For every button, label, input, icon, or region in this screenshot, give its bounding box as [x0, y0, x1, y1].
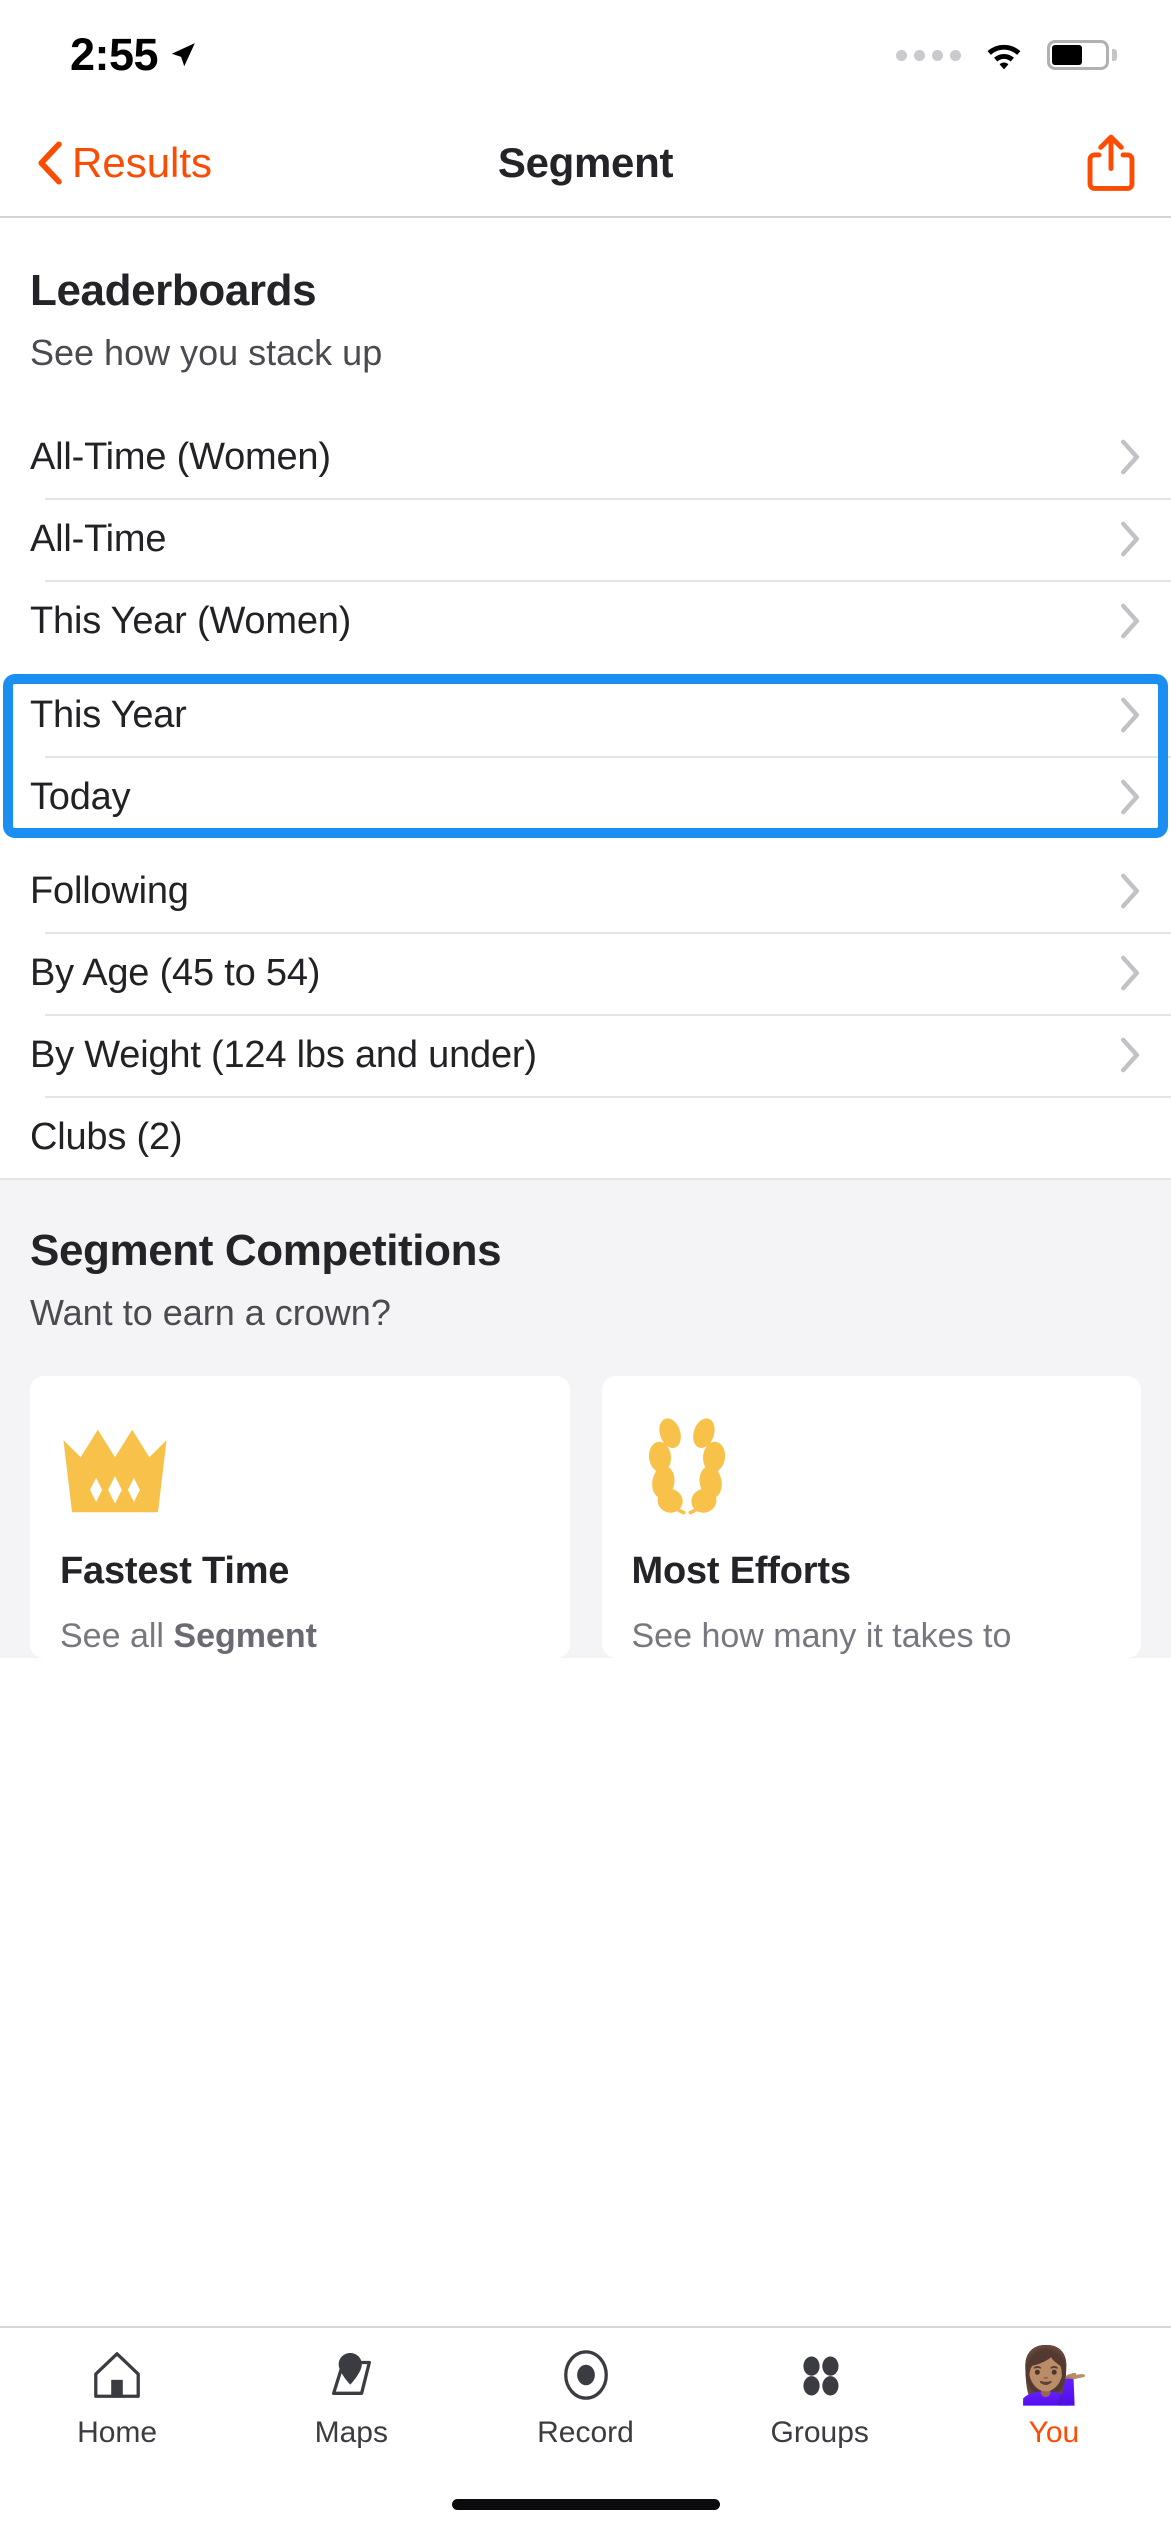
tab-label: Groups [770, 2416, 869, 2449]
leaderboards-title: Leaderboards [30, 266, 317, 315]
avatar-icon: 💁🏽‍♀️ [1019, 2344, 1089, 2406]
tab-bar: Home Maps Record [0, 2326, 1171, 2476]
row-label: By Age (45 to 54) [30, 951, 321, 994]
row-label: By Weight (124 lbs and under) [30, 1033, 537, 1076]
status-bar-left: 2:55 [70, 29, 198, 81]
card-description: See all Segment [60, 1615, 540, 1658]
leaderboard-row-all-time[interactable]: All-Time [0, 498, 1171, 580]
location-arrow-icon [171, 43, 195, 67]
segment-competitions-section: Segment Competitions Want to earn a crow… [0, 1178, 1171, 1658]
home-indicator [451, 2498, 720, 2510]
signal-dots-icon [896, 49, 961, 61]
chevron-right-icon [1121, 1037, 1139, 1073]
card-description: See how many it takes to [632, 1615, 1112, 1658]
leaderboards-subtitle: See how you stack up [30, 332, 383, 373]
card-title: Fastest Time [60, 1550, 290, 1592]
competition-card-most-efforts[interactable]: Most Efforts See how many it takes to [601, 1376, 1141, 1658]
card-icon-wrap [60, 1420, 540, 1516]
status-bar-right [896, 39, 1117, 71]
navigation-bar: Results Segment [0, 110, 1171, 218]
leaderboard-row-this-year[interactable]: This Year [0, 674, 1171, 756]
leaderboard-row-by-age[interactable]: By Age (45 to 54) [0, 932, 1171, 1014]
leaderboard-row-following[interactable]: Following [0, 850, 1171, 932]
share-icon[interactable] [1085, 134, 1137, 192]
crown-icon [63, 1429, 167, 1513]
leaderboards-list: All-Time (Women) All-Time This Year (Wom… [0, 416, 1171, 1178]
competitions-title: Segment Competitions [30, 1226, 502, 1275]
competition-card-fastest-time[interactable]: Fastest Time See all Segment [30, 1376, 570, 1658]
tab-label: You [1028, 2416, 1080, 2449]
avatar-glyph: 💁🏽‍♀️ [1019, 2343, 1089, 2406]
leaderboard-row-all-time-women[interactable]: All-Time (Women) [0, 416, 1171, 498]
status-bar: 2:55 [0, 0, 1171, 110]
record-icon [559, 2344, 613, 2406]
row-label: All-Time [30, 517, 167, 560]
home-icon [90, 2344, 144, 2406]
battery-icon [1047, 40, 1117, 70]
laurel-wreath-icon [648, 1418, 725, 1515]
row-label: All-Time (Women) [30, 435, 331, 478]
row-label: Today [30, 775, 131, 818]
row-label: This Year [30, 693, 187, 736]
card-desc-lead: See how many it takes to [631, 1617, 1012, 1655]
tab-you[interactable]: 💁🏽‍♀️ You [937, 2344, 1171, 2450]
row-label: Following [30, 869, 189, 912]
chevron-right-icon [1121, 697, 1139, 733]
status-time: 2:55 [70, 29, 159, 80]
main-content: Leaderboards See how you stack up All-Ti… [0, 218, 1171, 2326]
wifi-icon [987, 44, 1021, 70]
chevron-left-icon [38, 141, 62, 185]
leaderboard-row-by-weight[interactable]: By Weight (124 lbs and under) [0, 1014, 1171, 1096]
tab-label: Record [537, 2416, 634, 2449]
tab-record[interactable]: Record [468, 2344, 702, 2450]
tab-label: Home [77, 2416, 158, 2449]
highlighted-rows-group: This Year Today [0, 674, 1171, 838]
map-pin-icon [324, 2344, 378, 2406]
card-desc-bold: Segment [173, 1617, 317, 1655]
chevron-right-icon [1121, 521, 1139, 557]
card-desc-lead: See all [60, 1617, 174, 1655]
leaderboards-header: Leaderboards See how you stack up [0, 218, 1171, 374]
competition-cards: Fastest Time See all Segment Most Effort… [30, 1376, 1141, 1658]
tab-maps[interactable]: Maps [234, 2344, 468, 2450]
leaderboard-row-today[interactable]: Today [0, 756, 1171, 838]
chevron-right-icon [1121, 603, 1139, 639]
phone-screen: 2:55 Results Segment Leaderboards See ho… [0, 0, 1171, 2532]
row-label: This Year (Women) [30, 599, 352, 642]
card-icon-wrap [632, 1418, 1112, 1516]
competitions-subtitle: Want to earn a crown? [30, 1292, 391, 1333]
row-label: Clubs (2) [30, 1115, 183, 1158]
chevron-right-icon [1121, 779, 1139, 815]
tab-groups[interactable]: Groups [703, 2344, 937, 2450]
leaderboard-row-this-year-women[interactable]: This Year (Women) [0, 580, 1171, 662]
chevron-right-icon [1121, 439, 1139, 475]
home-indicator-area [0, 2476, 1171, 2532]
back-button[interactable]: Results [34, 139, 212, 187]
groups-icon [793, 2344, 847, 2406]
chevron-right-icon [1121, 955, 1139, 991]
tab-label: Maps [314, 2416, 388, 2449]
back-button-label: Results [72, 139, 213, 186]
chevron-right-icon [1121, 873, 1139, 909]
tab-home[interactable]: Home [0, 2344, 234, 2450]
card-title: Most Efforts [631, 1550, 851, 1592]
leaderboard-row-clubs[interactable]: Clubs (2) [0, 1096, 1171, 1178]
